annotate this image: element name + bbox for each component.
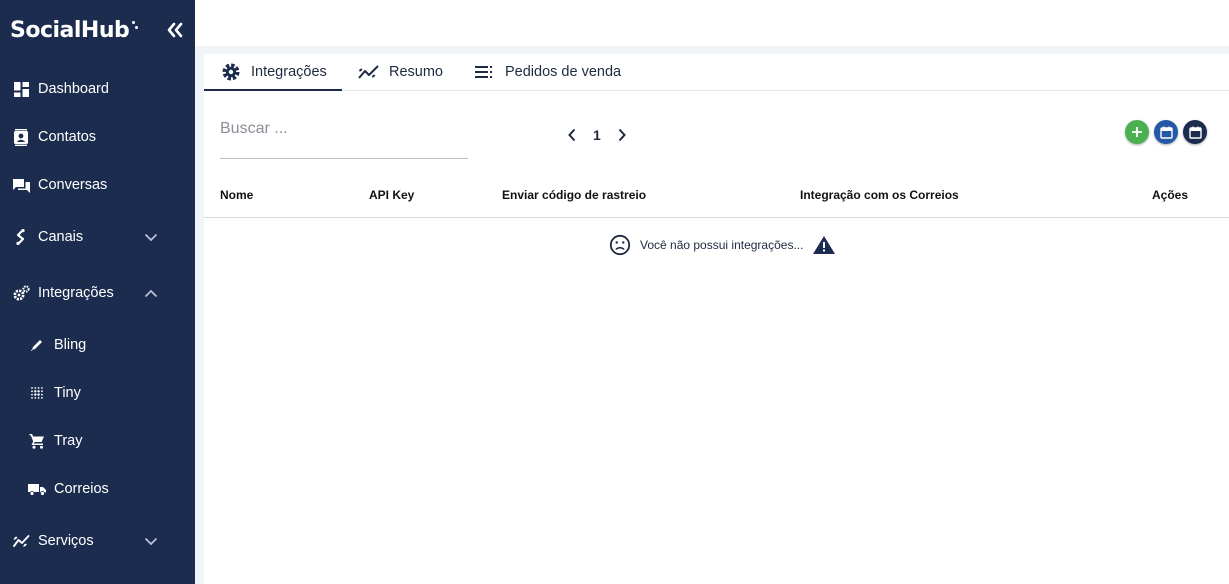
chevron-down-icon <box>143 229 159 245</box>
integrations-icon <box>12 284 30 302</box>
top-bar <box>195 0 1229 46</box>
column-header-api-key: API Key <box>369 188 415 202</box>
sidebar-item-contatos[interactable]: Contatos <box>0 117 195 157</box>
tab-pedidos-de-venda[interactable]: Pedidos de venda <box>474 54 621 90</box>
previous-page-button[interactable] <box>561 124 583 146</box>
current-page-number: 1 <box>593 127 601 143</box>
sidebar-header: SocialHub <box>10 16 185 44</box>
calendar-icon <box>1159 126 1173 139</box>
tab-resumo[interactable]: Resumo <box>358 54 443 90</box>
collapse-sidebar-button[interactable] <box>165 20 185 40</box>
services-icon <box>12 532 30 550</box>
sidebar-item-canais[interactable]: Canais <box>0 217 195 257</box>
table-header: Nome API Key Enviar código de rastreio I… <box>204 180 1229 218</box>
tab-label: Pedidos de venda <box>505 64 622 80</box>
sidebar-item-servicos[interactable]: Serviços <box>0 521 195 561</box>
sidebar-item-integracoes[interactable]: Integrações <box>0 273 195 313</box>
channels-icon <box>12 228 30 246</box>
empty-message: Você não possui integrações... <box>640 238 804 252</box>
next-page-button[interactable] <box>611 124 633 146</box>
tab-integracoes[interactable]: Integrações <box>204 54 342 91</box>
sidebar-item-label: Tray <box>54 433 83 449</box>
sidebar-item-label: Correios <box>54 481 109 497</box>
chevron-left-icon <box>568 128 576 142</box>
dashboard-icon <box>12 80 30 98</box>
double-chevron-left-icon <box>167 22 183 38</box>
warning-icon <box>813 236 836 254</box>
main-panel: Integrações Resumo Pedidos de venda 1 No… <box>204 54 1229 584</box>
calendar-button[interactable] <box>1154 120 1178 144</box>
chevron-down-icon <box>143 533 159 549</box>
column-header-acoes: Ações <box>1152 188 1189 202</box>
tab-bar: Integrações Resumo Pedidos de venda <box>204 54 1229 91</box>
sidebar-item-label: Dashboard <box>38 81 109 97</box>
sidebar-item-tray[interactable]: Tray <box>0 421 195 461</box>
sidebar-item-bling[interactable]: Bling <box>0 325 195 365</box>
pagination: 1 <box>561 124 633 146</box>
grid-dots-icon <box>28 384 46 402</box>
column-header-integracao-correios: Integração com os Correios <box>800 188 959 202</box>
sidebar-item-label: Tiny <box>54 385 81 401</box>
chevron-up-icon <box>143 285 159 301</box>
sidebar-item-dashboard[interactable]: Dashboard <box>0 69 195 109</box>
empty-state: Você não possui integrações... <box>609 233 836 257</box>
sidebar: SocialHub Dashboard Contatos Conversas C… <box>0 0 195 584</box>
sidebar-item-tiny[interactable]: Tiny <box>0 373 195 413</box>
sidebar-item-label: Bling <box>54 337 87 353</box>
sidebar-item-label: Serviços <box>38 533 94 549</box>
sidebar-item-conversas[interactable]: Conversas <box>0 165 195 205</box>
pen-icon <box>28 336 46 354</box>
sidebar-item-label: Contatos <box>38 129 97 145</box>
tab-label: Resumo <box>389 64 443 80</box>
gear-icon <box>220 61 242 83</box>
column-header-nome: Nome <box>220 188 254 202</box>
list-icon <box>474 61 496 83</box>
chevron-right-icon <box>618 128 626 142</box>
column-header-enviar-codigo: Enviar código de rastreio <box>502 188 647 202</box>
calendar-icon <box>1188 126 1202 139</box>
chat-icon <box>12 176 30 194</box>
sad-face-icon <box>609 234 631 256</box>
tab-label: Integrações <box>251 64 327 80</box>
calendar-dark-button[interactable] <box>1183 120 1207 144</box>
add-integration-button[interactable] <box>1125 120 1149 144</box>
plus-icon <box>1132 127 1142 137</box>
sidebar-item-label: Conversas <box>38 177 108 193</box>
brand-name: SocialHub <box>10 17 130 43</box>
sidebar-item-label: Canais <box>38 229 84 245</box>
contacts-icon <box>12 128 30 146</box>
sidebar-item-label: Integrações <box>38 285 114 301</box>
trend-icon <box>358 61 380 83</box>
sidebar-item-correios[interactable]: Correios <box>0 469 195 509</box>
truck-icon <box>28 480 46 498</box>
search-input[interactable] <box>220 114 468 159</box>
brand-logo[interactable]: SocialHub <box>10 18 139 43</box>
cart-icon <box>28 432 46 450</box>
brand-dots-icon <box>131 20 139 32</box>
